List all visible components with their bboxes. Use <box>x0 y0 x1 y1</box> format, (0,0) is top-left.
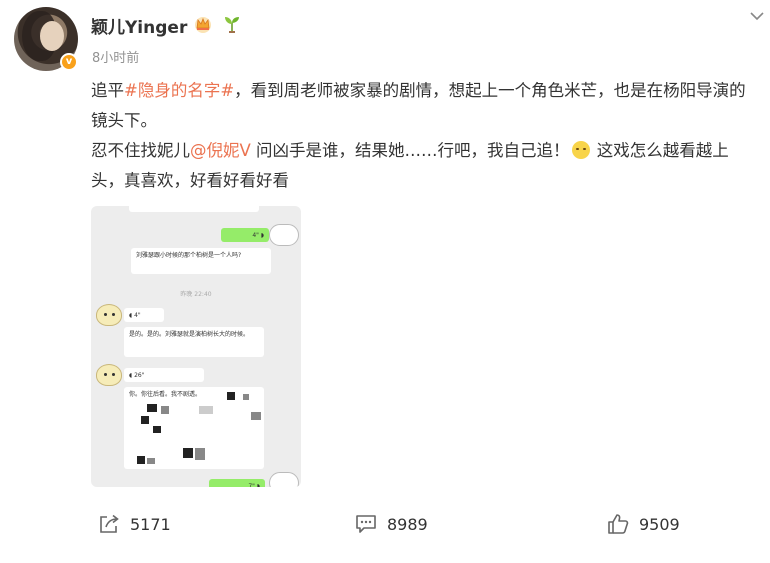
mosaic-block <box>195 448 205 460</box>
post-body: 追平#隐身的名字#，看到周老师被家暴的剧情，想起上一个角色米芒，也是在杨阳导演的… <box>91 76 759 196</box>
mosaic-block <box>243 394 249 400</box>
chat-bubble-text: 你。你往后看。我不剧透。 <box>129 391 202 398</box>
voice-duration: 4" <box>252 232 259 239</box>
voice-message: 4" ◗ <box>221 228 269 242</box>
post-text-segment: 问凶手是谁，结果她……行吧，我自己追！ <box>250 141 570 160</box>
mention-link[interactable]: @倪妮V <box>190 141 251 160</box>
share-count: 5171 <box>130 514 171 534</box>
chat-bubble: 刘雅瑟跟小时候的那个柏树是一个人吗? <box>131 248 271 274</box>
chat-time-stamp: 昨晚 22:40 <box>180 291 212 298</box>
mosaic-block <box>199 406 213 414</box>
chat-bubble: 是的。是的。刘雅瑟就是演柏树长大的时候。 <box>124 327 264 357</box>
avatar-face <box>40 21 64 51</box>
verified-badge-icon: v <box>60 53 78 71</box>
sprout-icon[interactable] <box>222 14 242 34</box>
like-count: 9509 <box>639 514 680 534</box>
chat-avatar <box>269 224 299 246</box>
post-text-segment: 忍不住找妮儿 <box>91 141 190 160</box>
mosaic-block <box>227 392 235 400</box>
voice-message: 7" ◗ <box>209 479 265 487</box>
mosaic-block <box>147 404 157 412</box>
post-image-chat-screenshot[interactable]: 4" ◗ 刘雅瑟跟小时候的那个柏树是一个人吗? 昨晚 22:40 ◖ 4" 是的… <box>91 206 301 487</box>
chat-avatar <box>269 472 299 487</box>
thumbs-up-icon <box>608 514 629 534</box>
voice-message: ◖ 4" <box>124 308 164 322</box>
voice-duration: 26" <box>134 372 145 379</box>
crown-icon[interactable] <box>193 14 213 34</box>
chat-avatar <box>96 364 122 386</box>
chat-avatar <box>96 304 122 326</box>
chevron-down-icon[interactable] <box>748 10 766 22</box>
comment-button[interactable]: 8989 <box>355 512 428 536</box>
mosaic-block <box>137 456 145 464</box>
voice-duration: 4" <box>134 312 141 319</box>
voice-duration: 7" <box>248 483 255 487</box>
share-button[interactable]: 5171 <box>98 512 171 536</box>
post-timestamp[interactable]: 8小时前 <box>92 47 139 66</box>
author-name[interactable]: 颖儿Yinger <box>91 13 187 38</box>
pensive-emoji-icon <box>571 141 590 159</box>
mosaic-block <box>251 412 261 420</box>
voice-message: ◖ 26" <box>124 368 204 382</box>
chat-bubble-cropped <box>129 206 259 212</box>
share-icon <box>100 514 119 533</box>
mosaic-block <box>183 448 193 458</box>
topic-link[interactable]: #隐身的名字# <box>124 81 234 100</box>
mosaic-block <box>161 406 169 414</box>
comment-count: 8989 <box>387 514 428 534</box>
post-text-segment: 追平 <box>91 81 124 100</box>
mosaic-block <box>147 458 155 464</box>
mosaic-block <box>141 416 149 424</box>
like-button[interactable]: 9509 <box>607 512 680 536</box>
mosaic-block <box>153 426 161 433</box>
comment-icon <box>356 515 376 533</box>
